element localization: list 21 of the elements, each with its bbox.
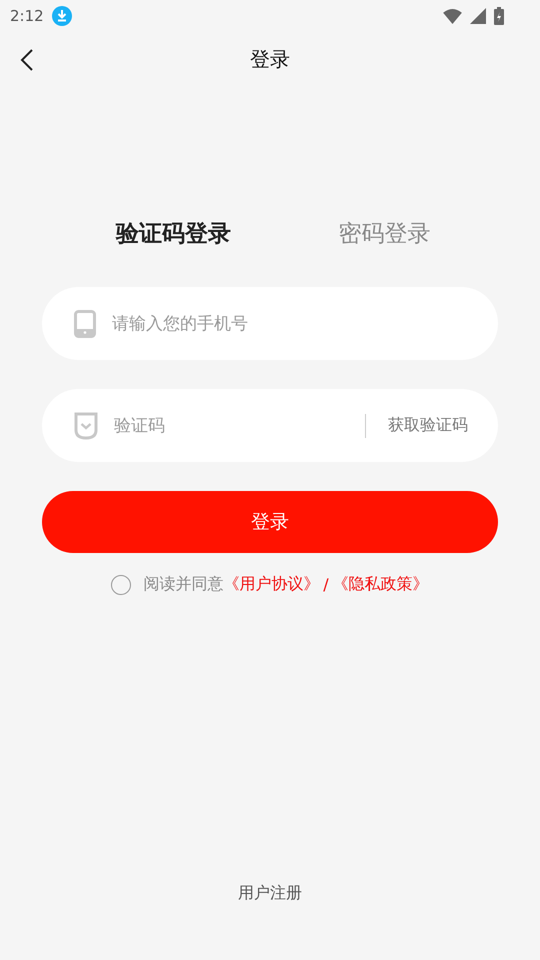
wifi-icon bbox=[443, 8, 462, 24]
login-button[interactable]: 登录 bbox=[42, 491, 498, 553]
separator-text: / bbox=[323, 575, 329, 594]
download-icon bbox=[52, 6, 72, 26]
shield-icon bbox=[74, 412, 98, 440]
register-link[interactable]: 用户注册 bbox=[238, 883, 302, 904]
login-tab[interactable]: 密码登录 bbox=[338, 218, 430, 249]
privacy-policy-link[interactable]: 《隐私政策》 bbox=[332, 574, 429, 595]
login-tab[interactable]: 验证码登录 bbox=[116, 218, 231, 249]
back-icon[interactable] bbox=[20, 48, 34, 72]
signal-icon bbox=[470, 8, 486, 24]
agreement-checkbox[interactable] bbox=[111, 574, 132, 594]
battery-icon bbox=[494, 7, 504, 25]
phone-icon bbox=[74, 310, 96, 338]
status-time: 2:12 bbox=[10, 7, 44, 25]
user-agreement-link[interactable]: 《用户协议》 bbox=[223, 574, 320, 595]
agreement-text: 阅读并同意 bbox=[143, 574, 224, 595]
get-code-button[interactable]: 获取验证码 bbox=[388, 415, 468, 436]
page-title: 登录 bbox=[250, 46, 290, 73]
code-field[interactable]: 验证码 bbox=[112, 414, 351, 436]
phone-field[interactable]: 请输入您的手机号 bbox=[110, 312, 468, 334]
